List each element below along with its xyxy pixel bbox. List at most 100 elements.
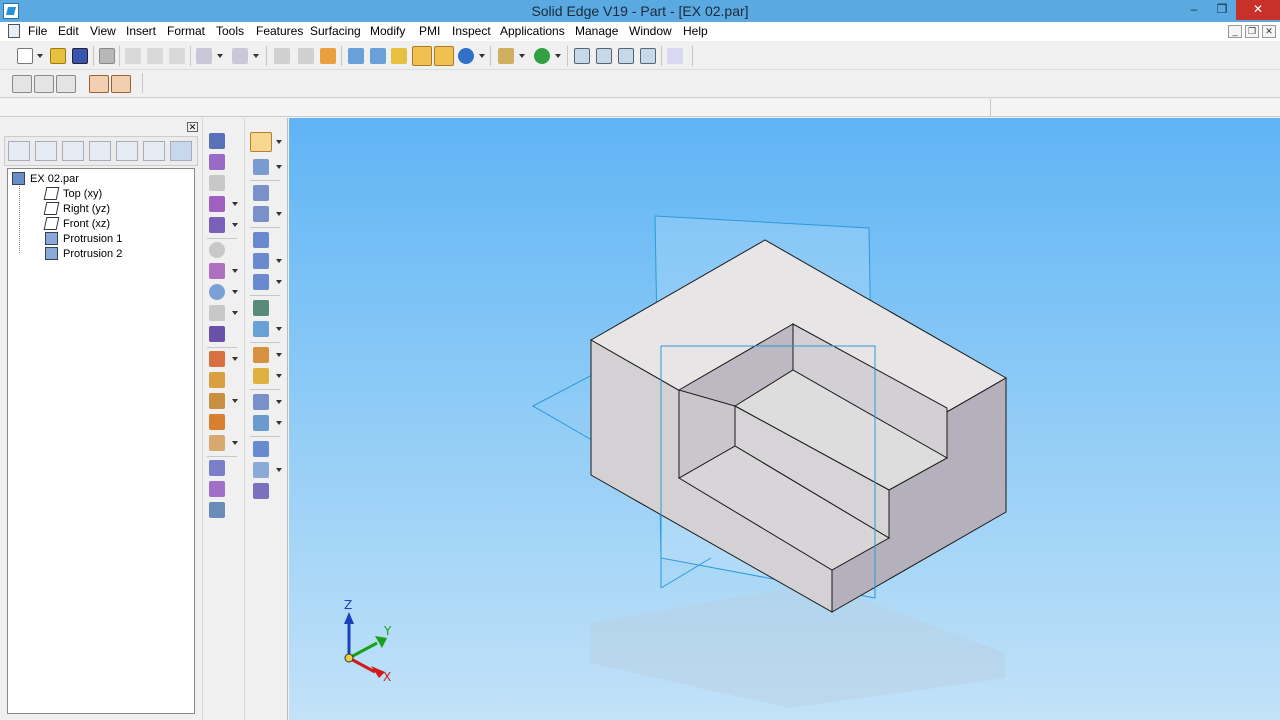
layers-dropdown-arrow[interactable] [519,54,525,58]
projected-curve-icon[interactable] [253,462,269,478]
undo-dropdown-arrow[interactable] [217,54,223,58]
select-pointer-icon[interactable] [250,132,272,152]
trim-dropdown-arrow[interactable] [276,421,282,425]
menu-file[interactable]: File [28,24,47,38]
shaded-icon[interactable] [391,48,407,64]
paste-icon[interactable] [169,48,185,64]
boss-dropdown-arrow[interactable] [232,441,238,445]
insert-object-icon[interactable] [274,48,290,64]
parting-line-icon[interactable] [253,483,269,499]
web-network-icon[interactable] [209,393,225,409]
menu-format[interactable]: Format [167,24,205,38]
redo-dropdown-arrow[interactable] [253,54,259,58]
web-dropdown-arrow[interactable] [232,399,238,403]
mdi-close-button[interactable]: ✕ [1262,25,1276,38]
mounting-boss-icon[interactable] [209,435,225,451]
bluesurf-icon[interactable] [253,300,269,316]
tab-sensors[interactable] [116,141,138,161]
rotate-icon[interactable] [534,48,550,64]
thin-wall-icon[interactable] [209,305,225,321]
cutout-icon[interactable] [209,196,225,212]
tab-library[interactable] [35,141,57,161]
split-icon[interactable] [253,394,269,410]
tab-variables[interactable] [143,141,165,161]
properties-icon[interactable] [320,48,336,64]
pathfinder-close-button[interactable]: ✕ [187,122,198,132]
render-dropdown-arrow[interactable] [479,54,485,58]
restore-button[interactable]: ❒ [1208,0,1236,20]
mirror-icon[interactable] [209,460,225,476]
revolved-protrusion-icon[interactable] [209,154,225,170]
library-icon[interactable] [34,75,54,93]
curve-dropdown-arrow[interactable] [276,468,282,472]
menu-view[interactable]: View [90,24,116,38]
menu-applications[interactable]: Applications [500,24,565,38]
feature-library-icon[interactable] [111,75,131,93]
menu-help[interactable]: Help [683,24,708,38]
round-icon[interactable] [209,242,225,258]
menu-features[interactable]: Features [256,24,303,38]
menu-window[interactable]: Window [629,24,672,38]
split-dropdown-arrow[interactable] [276,400,282,404]
render-sphere-icon[interactable] [458,48,474,64]
mdi-restore-button[interactable]: ❒ [1245,25,1259,38]
chamfer-dropdown-arrow[interactable] [232,269,238,273]
trim-icon[interactable] [253,415,269,431]
sweep-icon[interactable] [209,175,225,191]
helix-icon[interactable] [209,351,225,367]
close-window-button[interactable]: ✕ [1236,0,1280,20]
curve-icon[interactable] [253,441,269,457]
shaded-hidden-edges-icon[interactable] [434,46,454,66]
document-icon[interactable] [8,24,20,38]
protrusion-tool-icon[interactable] [209,133,225,149]
stitched-surface-icon[interactable] [253,368,269,384]
menu-edit[interactable]: Edit [58,24,79,38]
pattern-icon[interactable] [209,481,225,497]
sketch-tool-icon[interactable] [253,159,269,175]
menu-manage[interactable]: Manage [575,24,618,38]
menu-tools[interactable]: Tools [216,24,244,38]
whats-this-help-icon[interactable] [667,48,683,64]
bounded-dropdown-arrow[interactable] [276,327,282,331]
revolve-surface-dropdown-arrow[interactable] [276,259,282,263]
undo-icon[interactable] [196,48,212,64]
zoom-area-icon[interactable] [574,48,590,64]
tab-settings[interactable] [170,141,192,161]
layers-icon[interactable] [498,48,514,64]
plane-dropdown-arrow[interactable] [276,212,282,216]
coordinate-system-icon[interactable] [253,185,269,201]
helix-dropdown-arrow[interactable] [232,357,238,361]
sketch-icon[interactable] [89,75,109,93]
redo-icon[interactable] [232,48,248,64]
thin-wall-dropdown-arrow[interactable] [232,311,238,315]
select-dropdown-arrow[interactable] [276,140,282,144]
sketch-dropdown-arrow[interactable] [276,165,282,169]
menu-inspect[interactable]: Inspect [452,24,491,38]
offset-surface-icon[interactable] [253,347,269,363]
hole-icon[interactable] [209,217,225,233]
pan-icon[interactable] [640,48,656,64]
extrude-surface-icon[interactable] [253,232,269,248]
cutout-dropdown-arrow[interactable] [232,202,238,206]
pathfinder-icon[interactable] [12,75,32,93]
menu-modify[interactable]: Modify [370,24,405,38]
chamfer-icon[interactable] [209,263,225,279]
rotate-dropdown-arrow[interactable] [555,54,561,58]
tab-family-of-parts[interactable] [62,141,84,161]
menu-pmi[interactable]: PMI [419,24,440,38]
menu-insert[interactable]: Insert [126,24,156,38]
hole-dropdown-arrow[interactable] [232,223,238,227]
lip-icon[interactable] [209,372,225,388]
swept-dropdown-arrow[interactable] [276,280,282,284]
layers-panel-icon[interactable] [56,75,76,93]
vent-icon[interactable] [209,414,225,430]
select-tool-icon[interactable] [298,48,314,64]
offset-dropdown-arrow[interactable] [276,353,282,357]
minimize-button[interactable]: – [1180,0,1208,20]
plane-tool-icon[interactable] [253,206,269,222]
rib-icon[interactable] [209,326,225,342]
tab-features-tree[interactable] [8,141,30,161]
draft-icon[interactable] [209,284,225,300]
open-folder-icon[interactable] [50,48,66,64]
tab-layers[interactable] [89,141,111,161]
